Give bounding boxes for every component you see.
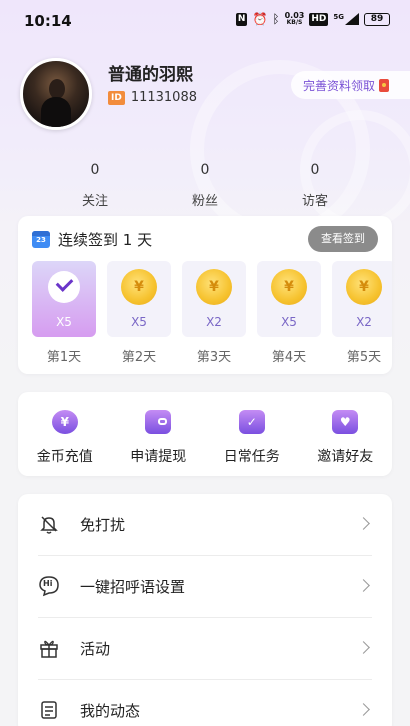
action-label: 日常任务: [223, 449, 280, 465]
day-multiplier: X5: [281, 315, 297, 329]
day-box: ¥ X2: [332, 261, 392, 337]
gold-coin-icon: ¥: [346, 269, 382, 305]
gold-coin-icon: ¥: [271, 269, 307, 305]
bell-off-icon: [38, 513, 60, 535]
stat-visitors[interactable]: 0 访客: [260, 162, 370, 209]
chevron-right-icon: [357, 517, 370, 530]
chevron-right-icon: [357, 641, 370, 654]
day-multiplier: X2: [206, 315, 222, 329]
menu-label: 免打扰: [80, 516, 126, 534]
day-label: 第2天: [121, 350, 157, 365]
nfc-icon: N: [235, 12, 248, 26]
signin-days: X5 第1天 ¥ X5 第2天 ¥ X2 第3天 ¥ X5 第4天 ¥ X2 第…: [32, 261, 392, 365]
signal-icon: 5G: [333, 13, 359, 25]
wallet-icon: [145, 410, 172, 434]
avatar-body: [41, 97, 71, 127]
stat-value: 0: [310, 162, 320, 178]
bluetooth-icon: ᛒ: [272, 12, 280, 26]
wallet-clasp: [158, 418, 168, 425]
signin-day-2[interactable]: ¥ X5 第2天: [107, 261, 171, 365]
stats-row: 0 关注 0 粉丝 0 访客: [40, 162, 370, 209]
document-svg: [41, 701, 57, 719]
gift-icon: [38, 637, 60, 659]
bell-off-svg: [40, 516, 58, 534]
stat-label: 关注: [81, 194, 108, 209]
complete-profile-label: 完善资料领取: [303, 78, 376, 93]
view-signin-button[interactable]: 查看签到: [308, 226, 378, 252]
action-label: 申请提现: [130, 449, 187, 465]
signin-day-3[interactable]: ¥ X2 第3天: [182, 261, 246, 365]
menu-label: 我的动态: [80, 702, 141, 720]
id-tag: ID: [108, 90, 125, 105]
stat-followers[interactable]: 0 粉丝: [150, 162, 260, 209]
hi-text: Hi: [43, 579, 53, 588]
calendar-icon: 23: [32, 231, 50, 248]
day-label: 第4天: [271, 350, 307, 365]
stat-value: 0: [200, 162, 210, 178]
alarm-icon: ⏰: [252, 12, 268, 26]
day-box: ¥ X5: [107, 261, 171, 337]
status-bar: 10:14 N ⏰ ᛒ 0.03 KB/S HD 5G 89: [0, 0, 410, 44]
menu-item-do-not-disturb[interactable]: 免打扰: [18, 494, 392, 556]
chevron-right-icon: [357, 579, 370, 592]
clipboard-check-icon: ✓: [238, 410, 265, 434]
menu-item-activities[interactable]: 活动: [18, 618, 392, 680]
day-multiplier: X5: [56, 315, 72, 329]
action-invite-friends[interactable]: ♥ 邀请好友: [302, 410, 388, 476]
document-icon: [38, 699, 60, 721]
stat-value: 0: [90, 162, 100, 178]
nickname: 普通的羽熙: [108, 65, 193, 85]
action-withdraw[interactable]: 申请提现: [115, 410, 201, 476]
menu-label: 一键招呼语设置: [80, 578, 186, 596]
menu-list: 免打扰 Hi 一键招呼语设置 活动 我的动态: [18, 494, 392, 726]
stat-label: 访客: [301, 194, 328, 209]
stat-following[interactable]: 0 关注: [40, 162, 150, 209]
day-box: ¥ X5: [257, 261, 321, 337]
hi-chat-icon: Hi: [38, 575, 60, 597]
menu-item-greeting-settings[interactable]: Hi 一键招呼语设置: [18, 556, 392, 618]
gold-coin-icon: ¥: [121, 269, 157, 305]
action-recharge-coins[interactable]: ¥ 金币充值: [22, 410, 108, 476]
chevron-right-icon: [357, 703, 370, 716]
day-label: 第3天: [196, 350, 232, 365]
battery-icon: 89: [364, 12, 390, 26]
heart-mail-icon: ♥: [332, 410, 359, 434]
signin-header: 23 连续签到 1 天: [32, 229, 152, 250]
network-speed: 0.03 KB/S: [284, 11, 305, 27]
network-type: 5G: [333, 13, 344, 21]
avatar[interactable]: [20, 58, 92, 130]
gift-svg: [40, 640, 58, 658]
complete-profile-button[interactable]: 完善资料领取: [291, 71, 410, 99]
menu-label: 活动: [80, 640, 111, 658]
signin-card: 23 连续签到 1 天 查看签到 X5 第1天 ¥ X5 第2天 ¥ X2 第3…: [18, 216, 392, 374]
red-packet-icon: [379, 78, 390, 92]
day-label: 第1天: [46, 350, 82, 365]
signin-day-4[interactable]: ¥ X5 第4天: [257, 261, 321, 365]
day-box: X5: [32, 261, 96, 337]
user-id-row: ID 11131088: [108, 90, 197, 105]
action-daily-tasks[interactable]: ✓ 日常任务: [209, 410, 295, 476]
day-label: 第5天: [346, 350, 382, 365]
status-icons: N ⏰ ᛒ 0.03 KB/S HD 5G 89: [235, 11, 390, 27]
signin-day-5[interactable]: ¥ X2 第5天: [332, 261, 392, 365]
signal-bars-icon: [345, 13, 359, 25]
signin-title: 连续签到 1 天: [58, 231, 153, 249]
yen-coin-icon: ¥: [51, 410, 78, 434]
action-label: 邀请好友: [317, 449, 374, 465]
signin-day-1[interactable]: X5 第1天: [32, 261, 96, 365]
action-label: 金币充值: [36, 449, 93, 465]
hd-icon: HD: [309, 12, 329, 26]
check-icon: [48, 271, 80, 303]
stat-label: 粉丝: [191, 194, 218, 209]
gold-coin-icon: ¥: [196, 269, 232, 305]
menu-item-my-posts[interactable]: 我的动态: [18, 680, 392, 726]
status-time: 10:14: [24, 12, 72, 30]
avatar-head: [49, 79, 65, 99]
day-box: ¥ X2: [182, 261, 246, 337]
day-multiplier: X5: [131, 315, 147, 329]
quick-actions-card: ¥ 金币充值 申请提现 ✓ 日常任务 ♥ 邀请好友: [18, 392, 392, 476]
day-multiplier: X2: [356, 315, 372, 329]
user-id: 11131088: [130, 90, 197, 105]
